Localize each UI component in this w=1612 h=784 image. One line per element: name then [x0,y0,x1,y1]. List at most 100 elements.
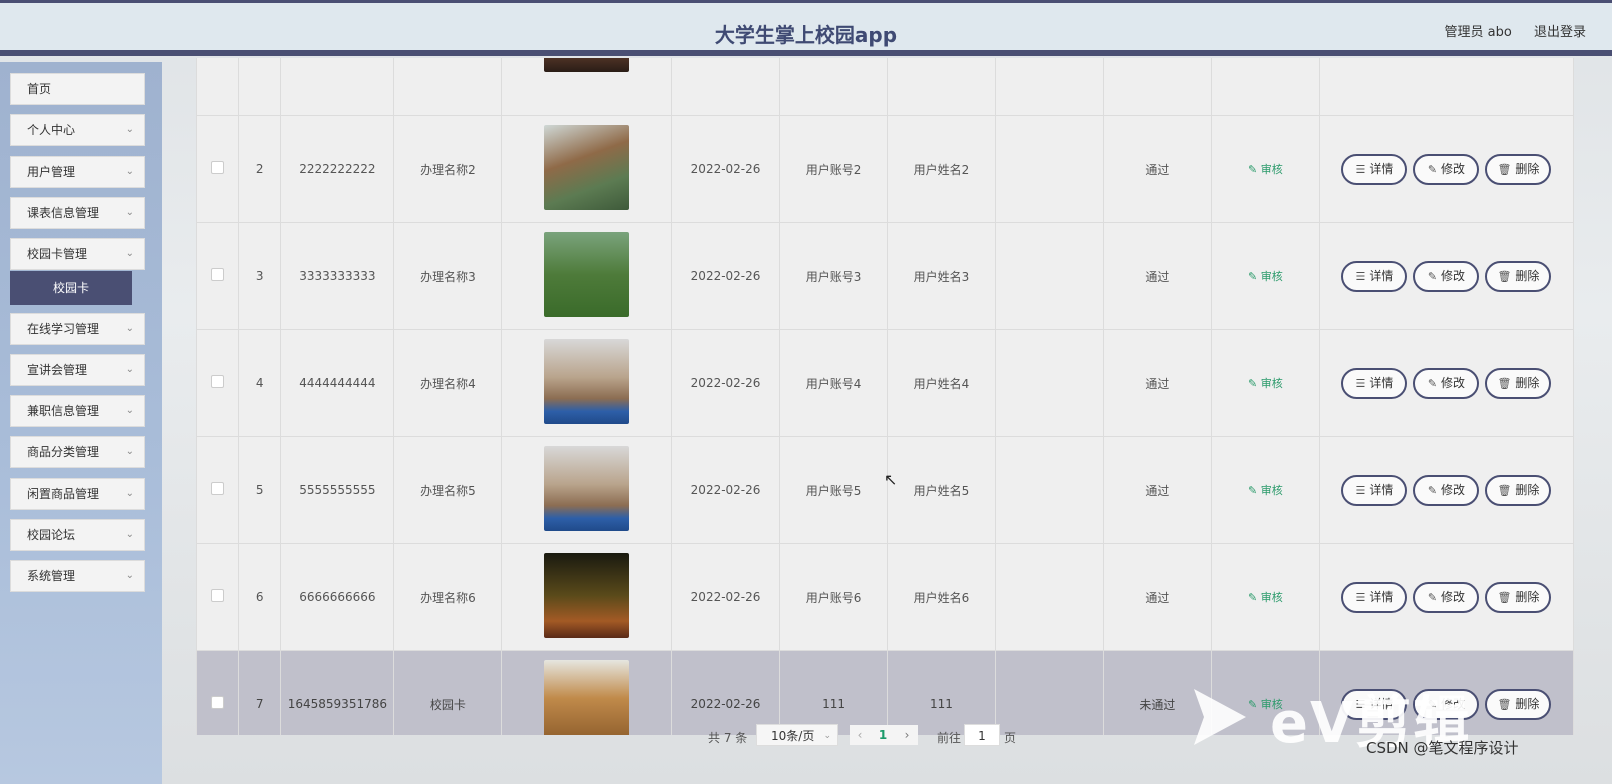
document-icon: ☰ [1355,162,1366,176]
audit-cell[interactable]: ✎ 审核 [1210,436,1320,544]
card-number-cell-text: 4444444444 [299,376,376,390]
date-cell: 2022-02-26 [671,436,781,544]
row-checkbox-cell[interactable] [196,650,240,735]
detail-button-label: 详情 [1369,375,1394,390]
sidebar-item-5[interactable]: 在线学习管理 ⌄ [10,313,145,345]
edit-button[interactable]: ✎ 修改 [1413,581,1480,613]
current-page-number[interactable]: 1 [870,725,896,745]
sidebar-item-1[interactable]: 个人中心 ⌄ [10,114,145,146]
row-checkbox[interactable] [211,161,225,174]
audit-cell[interactable]: ✎ 审核 [1210,329,1320,437]
delete-button[interactable]: 🗑 删除 [1485,474,1552,506]
sidebar-item-label: 课表信息管理 [27,206,100,220]
delete-button[interactable]: 🗑 删除 [1485,581,1552,613]
row-checkbox-cell[interactable] [196,222,240,330]
delete-button[interactable]: 🗑 删除 [1485,260,1552,292]
row-checkbox-cell[interactable] [196,329,240,437]
sidebar-item-6[interactable]: 宣讲会管理 ⌄ [10,354,145,386]
detail-button-label: 详情 [1369,161,1394,176]
prev-page-button[interactable]: ‹ [850,725,870,745]
audit-link[interactable]: ✎ 审核 [1248,163,1283,176]
row-checkbox[interactable] [211,482,225,495]
pencil-icon: ✎ [1427,162,1438,176]
card-number-cell: 6666666666 [280,543,395,651]
delete-button[interactable]: 🗑 删除 [1485,153,1552,185]
audit-cell[interactable] [1210,58,1320,116]
account-cell: 用户账号5 [779,436,888,544]
detail-button[interactable]: ☰ 详情 [1341,260,1408,292]
sidebar-item-label: 兼职信息管理 [27,404,100,418]
pencil-icon: ✎ [1427,483,1438,497]
index-cell-text: 4 [255,376,264,390]
index-cell-text: 6 [255,590,264,604]
sidebar-item-10[interactable]: 校园论坛 ⌄ [10,519,145,551]
empty-cell [994,329,1104,437]
index-cell: 4 [238,329,282,437]
account-cell: 用户账号3 [779,222,888,330]
audit-link[interactable]: ✎ 审核 [1248,591,1283,604]
row-checkbox-cell[interactable] [196,115,240,223]
status-cell: 通过 [1102,329,1212,437]
detail-button[interactable]: ☰ 详情 [1341,367,1408,399]
row-checkbox[interactable] [211,589,225,602]
detail-button[interactable]: ☰ 详情 [1341,153,1408,185]
audit-cell[interactable]: ✎ 审核 [1210,222,1320,330]
delete-button[interactable]: 🗑 删除 [1485,688,1552,720]
row-checkbox-cell[interactable] [196,543,240,651]
sidebar-item-8[interactable]: 商品分类管理 ⌄ [10,436,145,468]
sidebar-item-9[interactable]: 闲置商品管理 ⌄ [10,478,145,510]
page-size-value: 10条/页 [771,729,815,743]
row-checkbox-cell[interactable] [196,58,240,116]
pencil-icon: ✎ [1248,377,1261,390]
sidebar-item-0[interactable]: 首页 [10,73,145,105]
audit-link[interactable]: ✎ 审核 [1248,270,1283,283]
detail-button[interactable]: ☰ 详情 [1341,581,1408,613]
row-checkbox-cell[interactable] [196,436,240,544]
table-row: 6 6666666666 办理名称6 2022-02-26 用户账号6 用户姓名6 通过 ✎ … [196,543,1574,651]
date-cell-text: 2022-02-26 [690,376,761,390]
handle-name-cell-text: 办理名称3 [420,269,476,284]
audit-label: 审核 [1260,163,1283,176]
next-page-button[interactable]: › [896,725,918,745]
audit-link[interactable]: ✎ 审核 [1248,377,1283,390]
pencil-icon: ✎ [1427,376,1438,390]
row-checkbox[interactable] [211,268,225,281]
sidebar-item-label: 闲置商品管理 [27,487,100,501]
card-photo [544,553,630,638]
row-checkbox[interactable] [211,696,225,709]
sidebar-item-2[interactable]: 用户管理 ⌄ [10,156,145,188]
sidebar-item-3[interactable]: 课表信息管理 ⌄ [10,197,145,229]
detail-button[interactable]: ☰ 详情 [1341,474,1408,506]
audit-cell[interactable]: ✎ 审核 [1210,115,1320,223]
sidebar-subitem-campus-card[interactable]: 校园卡 [10,271,132,305]
logout-link[interactable]: 退出登录 [1534,25,1586,40]
page-size-select[interactable]: 10条/页 ⌄ [756,724,838,746]
chevron-down-icon: ⌄ [125,488,134,499]
sidebar-item-label: 在线学习管理 [27,322,100,336]
account-cell-text: 111 [822,697,845,711]
sidebar-item-11[interactable]: 系统管理 ⌄ [10,560,145,592]
row-checkbox[interactable] [211,375,225,388]
handle-name-cell [393,58,503,116]
edit-button-label: 修改 [1441,268,1466,283]
audit-cell[interactable]: ✎ 审核 [1210,543,1320,651]
goto-page-input[interactable]: 1 [964,724,1000,746]
chevron-down-icon: ⌄ [125,529,134,540]
edit-button[interactable]: ✎ 修改 [1413,474,1480,506]
username-cell-text: 用户姓名4 [913,376,970,391]
sidebar-item-4[interactable]: 校园卡管理 ⌄ [10,238,145,270]
detail-button-label: 详情 [1369,482,1394,497]
card-table: 2 2222222222 办理名称2 2022-02-26 用户账号2 用户姓名2 通过 ✎ … [196,58,1574,735]
edit-button[interactable]: ✎ 修改 [1413,260,1480,292]
audit-label: 审核 [1260,591,1283,604]
username-cell: 用户姓名4 [887,329,996,437]
audit-link[interactable]: ✎ 审核 [1248,484,1283,497]
handle-name-cell: 办理名称4 [393,329,503,437]
edit-button[interactable]: ✎ 修改 [1413,367,1480,399]
sidebar-item-7[interactable]: 兼职信息管理 ⌄ [10,395,145,427]
delete-button-label: 删除 [1515,482,1540,497]
username-cell [887,58,996,116]
delete-button[interactable]: 🗑 删除 [1485,367,1552,399]
edit-button[interactable]: ✎ 修改 [1413,153,1480,185]
username-cell: 用户姓名6 [887,543,996,651]
